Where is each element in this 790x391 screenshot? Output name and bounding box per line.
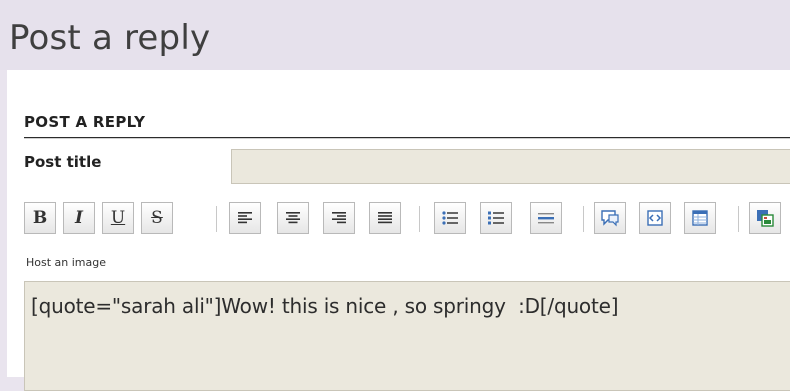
- align-left-button[interactable]: [229, 202, 261, 234]
- align-right-button[interactable]: [323, 202, 355, 234]
- underline-button[interactable]: U: [102, 202, 134, 234]
- bold-button[interactable]: B: [24, 202, 56, 234]
- horizontal-rule-icon: [538, 213, 554, 224]
- image-icon: [757, 210, 774, 227]
- section-title: POST A REPLY: [24, 113, 146, 131]
- code-icon: [647, 210, 663, 226]
- align-center-icon: [286, 212, 300, 224]
- image-button[interactable]: [749, 202, 781, 234]
- align-justify-icon: [378, 212, 392, 224]
- toolbar-separator: [583, 206, 584, 232]
- toolbar-separator: [216, 206, 217, 232]
- underline-icon: U: [110, 207, 126, 228]
- horizontal-rule-button[interactable]: [530, 202, 562, 234]
- page-header: Post a reply: [0, 0, 790, 70]
- align-right-icon: [332, 212, 346, 224]
- host-image-link[interactable]: Host an image: [26, 256, 106, 270]
- post-title-label: Post title: [24, 153, 102, 171]
- divider: [24, 138, 790, 139]
- table-button[interactable]: [684, 202, 716, 234]
- italic-button[interactable]: I: [63, 202, 95, 234]
- quote-icon: [601, 210, 619, 227]
- align-justify-button[interactable]: [369, 202, 401, 234]
- toolbar-separator: [419, 206, 420, 232]
- toolbar-separator: [738, 206, 739, 232]
- numbered-list-button[interactable]: [480, 202, 512, 234]
- italic-icon: I: [75, 207, 83, 228]
- bold-icon: B: [32, 207, 48, 228]
- quote-button[interactable]: [594, 202, 626, 234]
- page-title: Post a reply: [9, 18, 211, 58]
- bulleted-list-button[interactable]: [434, 202, 466, 234]
- section-header: POST A REPLY: [24, 113, 790, 139]
- strikethrough-button[interactable]: S: [141, 202, 173, 234]
- message-textarea[interactable]: [quote="sarah ali"]Wow! this is nice , s…: [24, 281, 790, 391]
- code-button[interactable]: [639, 202, 671, 234]
- table-icon: [692, 210, 708, 226]
- strikethrough-icon: S: [151, 207, 163, 228]
- post-title-input[interactable]: [231, 149, 790, 184]
- bulleted-list-icon: [442, 211, 458, 225]
- align-center-button[interactable]: [277, 202, 309, 234]
- numbered-list-icon: [488, 211, 504, 225]
- align-left-icon: [238, 212, 252, 224]
- editor-toolbar: B I U S: [24, 202, 790, 236]
